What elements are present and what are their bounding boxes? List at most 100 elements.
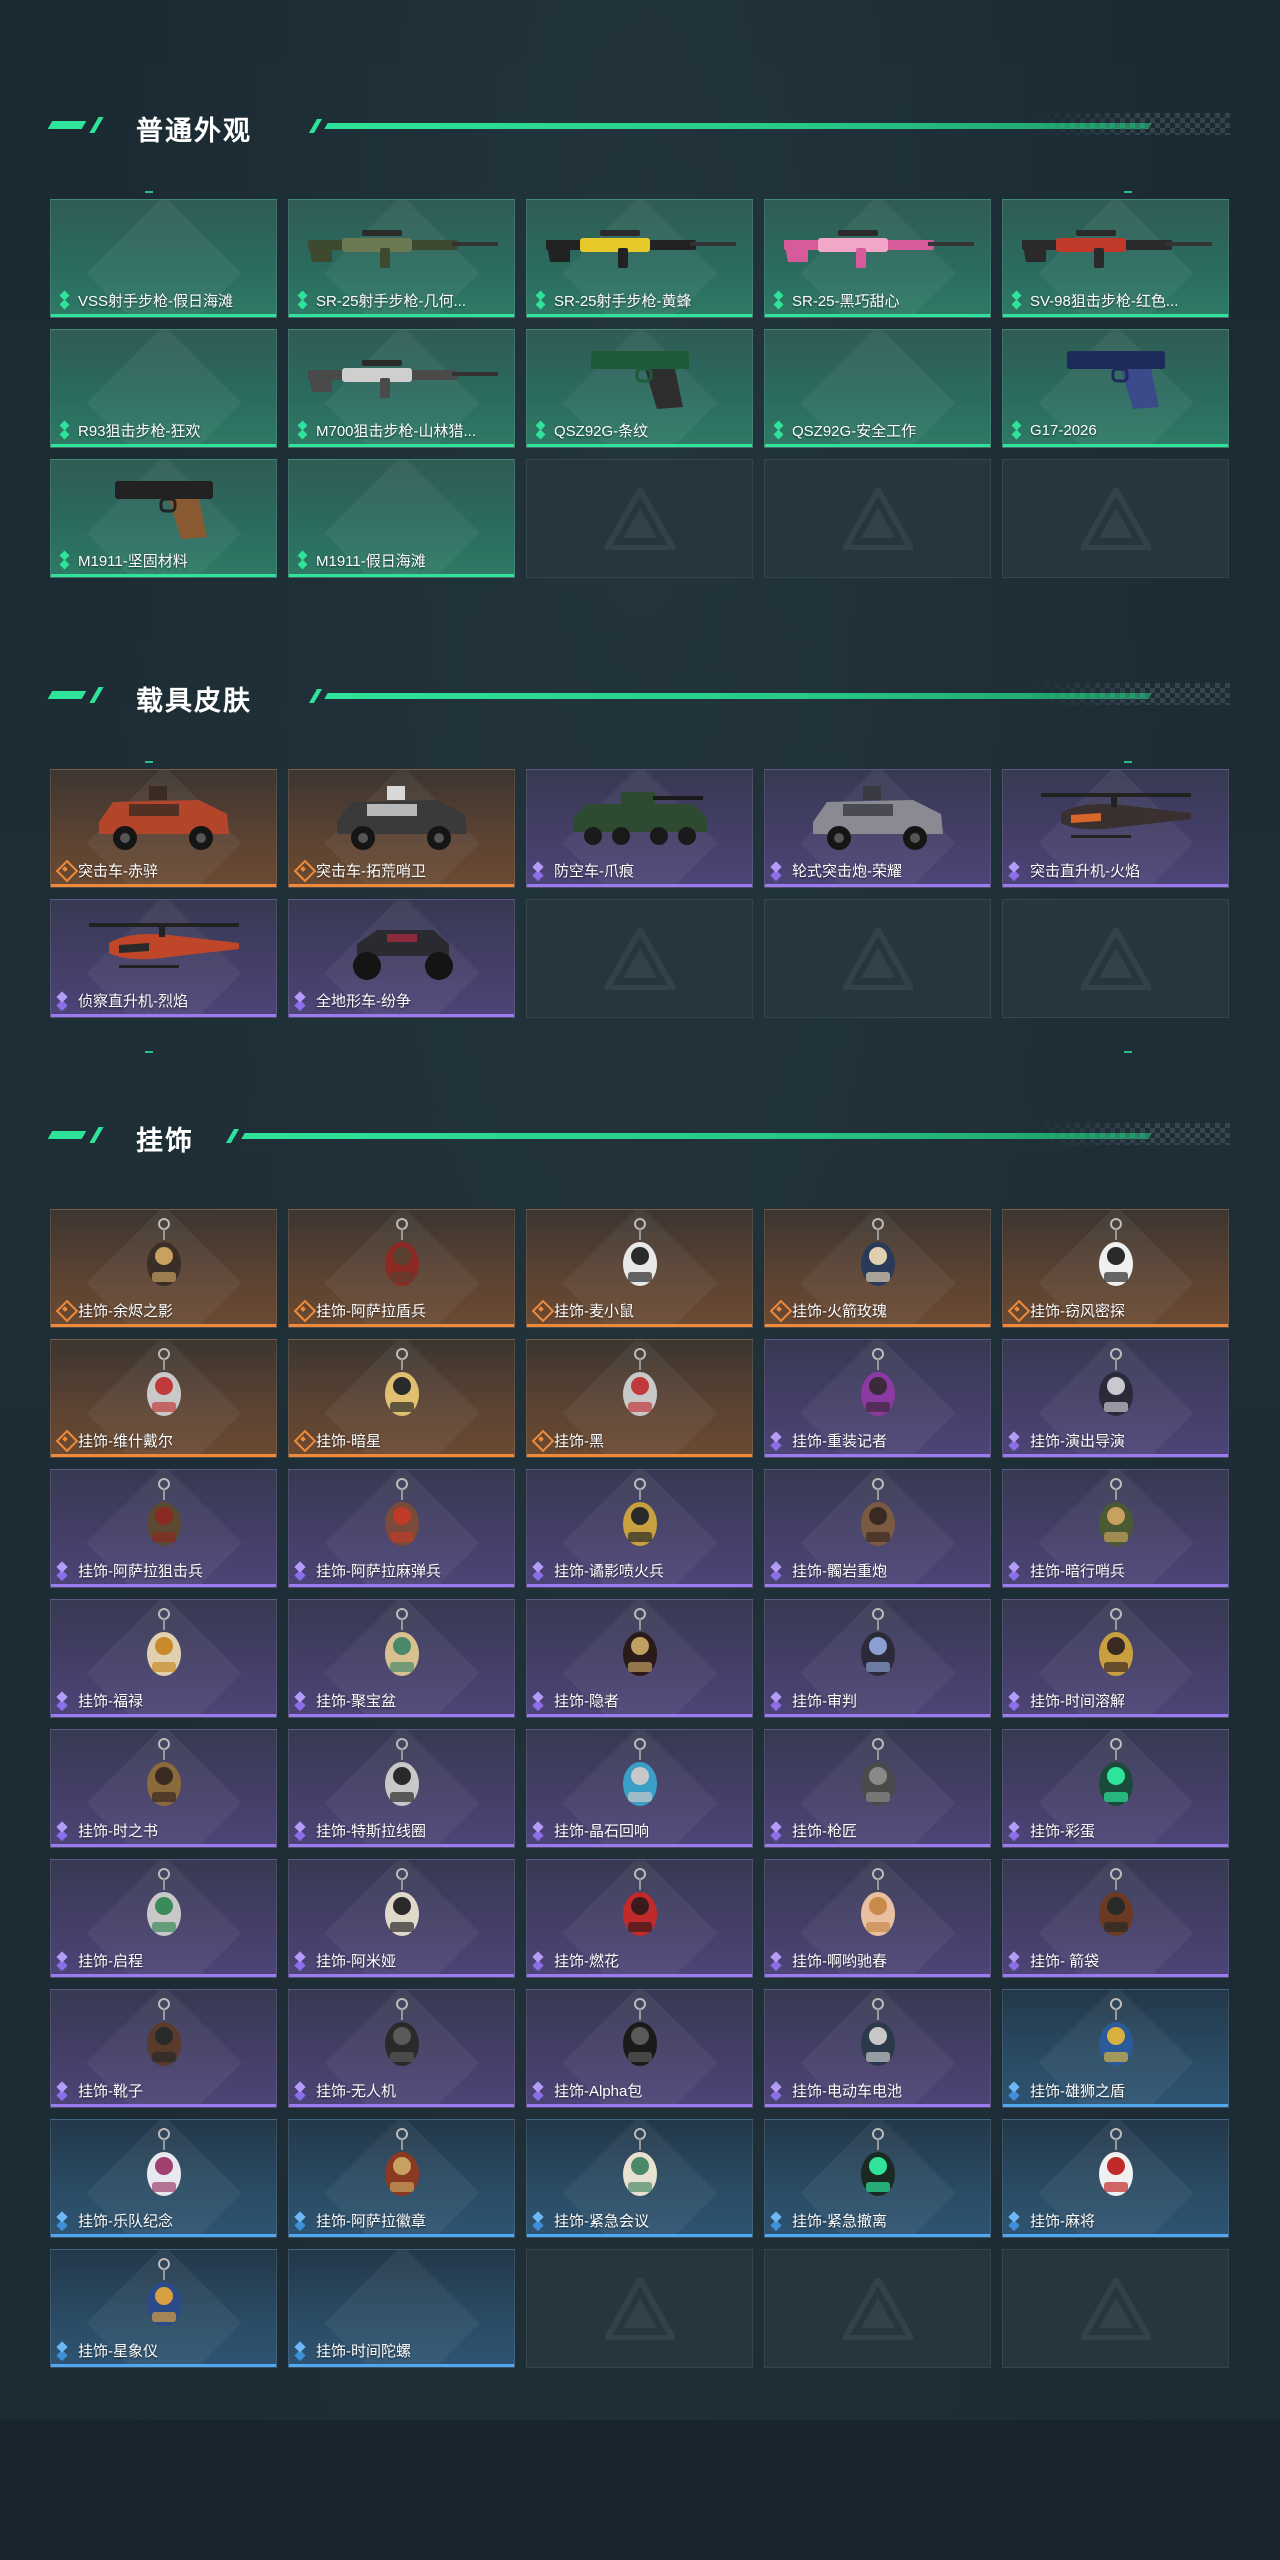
item-card[interactable]: SR-25-黑巧甜心: [764, 199, 991, 318]
item-label: 挂饰-星象仪: [78, 2342, 158, 2360]
item-card[interactable]: 挂饰-暗星: [288, 1339, 515, 1458]
item-card[interactable]: 挂饰- 箭袋: [1002, 1859, 1229, 1978]
item-card[interactable]: M1911-坚固材料: [50, 459, 277, 578]
item-card[interactable]: 轮式突击炮-荣耀: [764, 769, 991, 888]
charm-icon: [51, 1478, 276, 1558]
item-card[interactable]: 挂饰-阿萨拉狙击兵: [50, 1469, 277, 1588]
item-card[interactable]: 挂饰-特斯拉线圈: [288, 1729, 515, 1848]
charm-icon: [51, 1218, 276, 1298]
item-card[interactable]: 挂饰-维什戴尔: [50, 1339, 277, 1458]
item-card[interactable]: 突击直升机-火焰: [1002, 769, 1229, 888]
item-card[interactable]: 挂饰-彩蛋: [1002, 1729, 1229, 1848]
rarity-orange-icon: [295, 1431, 311, 1449]
charm-icon: [289, 1998, 514, 2078]
item-card[interactable]: 挂饰-靴子: [50, 1989, 277, 2108]
item-card[interactable]: G17-2026: [1002, 329, 1229, 448]
rarity-purple-icon: [1009, 1951, 1025, 1969]
item-card[interactable]: M1911-假日海滩: [288, 459, 515, 578]
rarity-purple-icon: [771, 1691, 787, 1709]
item-card[interactable]: 全地形车-纷争: [288, 899, 515, 1018]
placeholder-logo-icon: [1077, 2273, 1154, 2341]
item-card[interactable]: 挂饰-阿萨拉徽章: [288, 2119, 515, 2238]
rarity-bar: [527, 1714, 752, 1717]
rarity-bar: [51, 574, 276, 577]
item-card[interactable]: 挂饰-启程: [50, 1859, 277, 1978]
item-card[interactable]: 挂饰-电动车电池: [764, 1989, 991, 2108]
rarity-bar: [289, 314, 514, 317]
item-card[interactable]: 挂饰-紧急会议: [526, 2119, 753, 2238]
rarity-orange-icon: [533, 1431, 549, 1449]
charm-icon: [765, 1478, 990, 1558]
item-card[interactable]: 挂饰-无人机: [288, 1989, 515, 2108]
item-card[interactable]: VSS射手步枪-假日海滩: [50, 199, 277, 318]
item-card[interactable]: 侦察直升机-烈焰: [50, 899, 277, 1018]
rarity-purple-icon: [57, 2081, 73, 2099]
item-card[interactable]: 挂饰-阿米娅: [288, 1859, 515, 1978]
item-card[interactable]: 挂饰-时之书: [50, 1729, 277, 1848]
rarity-bar: [1003, 444, 1228, 447]
item-card[interactable]: 挂饰-余烬之影: [50, 1209, 277, 1328]
rarity-orange-icon: [1009, 1301, 1025, 1319]
charm-icon: [1003, 2128, 1228, 2208]
item-card[interactable]: 挂饰-福禄: [50, 1599, 277, 1718]
section-header-weapons: 普通外观: [47, 107, 1230, 147]
rarity-orange-icon: [533, 1301, 549, 1319]
item-card[interactable]: 挂饰-晶石回响: [526, 1729, 753, 1848]
item-card[interactable]: 挂饰-时间溶解: [1002, 1599, 1229, 1718]
item-card[interactable]: 挂饰-啊哟驰春: [764, 1859, 991, 1978]
item-card[interactable]: M700狙击步枪-山林猎...: [288, 329, 515, 448]
item-card[interactable]: SR-25射手步枪-黄蜂: [526, 199, 753, 318]
item-card[interactable]: 挂饰-隐者: [526, 1599, 753, 1718]
item-card[interactable]: SR-25射手步枪-几何...: [288, 199, 515, 318]
item-card[interactable]: 挂饰-暗行哨兵: [1002, 1469, 1229, 1588]
item-card[interactable]: 挂饰-火箭玫瑰: [764, 1209, 991, 1328]
charm-icon: [1003, 1868, 1228, 1948]
rarity-bar: [289, 574, 514, 577]
item-card[interactable]: 突击车-赤骍: [50, 769, 277, 888]
item-card[interactable]: 挂饰-枪匠: [764, 1729, 991, 1848]
charm-icon: [51, 2128, 276, 2208]
item-card[interactable]: 挂饰-黑: [526, 1339, 753, 1458]
item-label: 挂饰-重装记者: [792, 1432, 887, 1450]
item-label: 挂饰-阿米娅: [316, 1952, 396, 1970]
item-card[interactable]: 突击车-拓荒哨卫: [288, 769, 515, 888]
item-card[interactable]: SV-98狙击步枪-红色...: [1002, 199, 1229, 318]
item-card[interactable]: 挂饰-燃花: [526, 1859, 753, 1978]
item-card[interactable]: R93狙击步枪-狂欢: [50, 329, 277, 448]
item-card[interactable]: 挂饰-乐队纪念: [50, 2119, 277, 2238]
item-card[interactable]: 挂饰-雄狮之盾: [1002, 1989, 1229, 2108]
rarity-purple-icon: [771, 861, 787, 879]
item-label: 挂饰-审判: [792, 1692, 857, 1710]
charm-icon: [289, 1348, 514, 1428]
item-card[interactable]: 挂饰-审判: [764, 1599, 991, 1718]
placeholder-logo-icon: [601, 923, 678, 991]
item-card[interactable]: 挂饰-阿萨拉盾兵: [288, 1209, 515, 1328]
item-card[interactable]: 挂饰-演出导演: [1002, 1339, 1229, 1458]
rarity-purple-icon: [533, 1561, 549, 1579]
rarity-bar: [51, 2364, 276, 2367]
item-card[interactable]: QSZ92G-条纹: [526, 329, 753, 448]
item-card[interactable]: QSZ92G-安全工作: [764, 329, 991, 448]
item-card[interactable]: 挂饰-星象仪: [50, 2249, 277, 2368]
charm-icon: [527, 1738, 752, 1818]
item-card[interactable]: 挂饰-聚宝盆: [288, 1599, 515, 1718]
item-card[interactable]: 挂饰-麦小鼠: [526, 1209, 753, 1328]
item-card[interactable]: 防空车-爪痕: [526, 769, 753, 888]
item-card[interactable]: 挂饰-重装记者: [764, 1339, 991, 1458]
item-card[interactable]: 挂饰-时间陀螺: [288, 2249, 515, 2368]
rarity-bar: [289, 1014, 514, 1017]
item-card[interactable]: 挂饰-阿萨拉麻弹兵: [288, 1469, 515, 1588]
item-card[interactable]: 挂饰-谲影喷火兵: [526, 1469, 753, 1588]
placeholder-logo-icon: [839, 483, 916, 551]
item-card[interactable]: 挂饰-髑岩重炮: [764, 1469, 991, 1588]
rarity-purple-icon: [533, 2081, 549, 2099]
empty-slot: [526, 2249, 753, 2368]
rarity-purple-icon: [295, 2081, 311, 2099]
item-card[interactable]: 挂饰-麻将: [1002, 2119, 1229, 2238]
rarity-purple-icon: [295, 1821, 311, 1839]
item-card[interactable]: 挂饰-紧急撤离: [764, 2119, 991, 2238]
rarity-bar: [51, 1454, 276, 1457]
rarity-purple-icon: [295, 1561, 311, 1579]
item-card[interactable]: 挂饰-窃风密探: [1002, 1209, 1229, 1328]
item-card[interactable]: 挂饰-Alpha包: [526, 1989, 753, 2108]
